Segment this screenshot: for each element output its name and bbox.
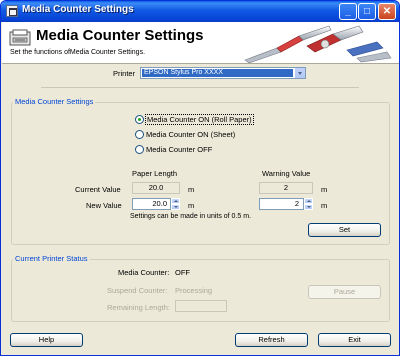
minimize-icon: _ [345,6,351,17]
suspend-counter-label: Suspend Counter: [107,286,168,295]
media-counter-status-value: OFF [175,268,190,277]
maximize-icon: □ [363,6,371,17]
media-counter-settings-title: Media Counter Settings [13,97,96,106]
printer-select[interactable]: EPSON Stylus Pro XXXX [140,67,306,79]
header-divider [2,63,399,64]
row-new-value: New Value [86,201,122,210]
title-bar[interactable]: Media Counter Settings _ □ ✕ [1,1,399,22]
tools-illustration [244,25,392,64]
printer-selected-value: EPSON Stylus Pro XXXX [142,69,293,77]
current-paper-length: 20.0 [132,182,180,194]
dropdown-arrow-icon[interactable] [294,68,305,78]
radio-roll-paper-label[interactable]: Media Counter ON (Roll Paper) [145,114,254,125]
unit-label: m [188,185,195,194]
remaining-length-field [175,300,227,312]
col-warning-value: Warning Value [262,169,311,178]
paper-length-stepper[interactable] [171,198,180,210]
radio-sheet[interactable] [135,130,144,139]
printer-label: Printer [113,69,136,78]
minimize-button[interactable]: _ [339,3,357,20]
printer-status-title: Current Printer Status [13,254,90,263]
radio-sheet-label[interactable]: Media Counter ON (Sheet) [146,130,235,139]
unit-label: m [321,185,328,194]
media-counter-window: Media Counter Settings _ □ ✕ Media Count… [0,0,400,356]
col-paper-length: Paper Length [132,169,178,178]
media-counter-status-label: Media Counter: [118,268,170,277]
set-button[interactable]: Set [308,223,381,237]
remaining-length-label: Remaining Length: [107,303,170,312]
unit-label: m [188,201,195,210]
exit-button[interactable]: Exit [318,333,391,347]
row-current-value: Current Value [75,185,121,194]
header-banner: Media Counter Settings Set the functions… [2,22,399,64]
window-title: Media Counter Settings [22,4,134,15]
radio-off[interactable] [135,145,144,154]
spin-down-icon[interactable] [304,204,313,210]
warning-value-stepper[interactable] [304,198,313,210]
radio-roll-paper[interactable] [135,115,144,124]
suspend-counter-value: Processing [175,286,213,295]
media-counter-icon [9,29,31,46]
current-warning-value: 2 [259,182,313,194]
separator [41,87,359,88]
settings-note: Settings can be made in units of 0.5 m. [130,213,252,220]
refresh-button[interactable]: Refresh [235,333,308,347]
close-icon: ✕ [382,6,392,17]
pause-button[interactable]: Pause [308,285,381,299]
close-button[interactable]: ✕ [378,3,396,20]
new-warning-value-input[interactable]: 2 [259,198,304,210]
radio-off-label[interactable]: Media Counter OFF [146,145,212,154]
new-paper-length-input[interactable]: 20.0 [132,198,171,210]
header-title: Media Counter Settings [36,27,204,44]
unit-label: m [321,201,328,210]
header-subtitle: Set the functions ofMedia Counter Settin… [10,49,146,56]
maximize-button[interactable]: □ [358,3,376,20]
help-button[interactable]: Help [10,333,83,347]
app-icon [6,5,18,17]
spin-down-icon[interactable] [171,204,180,210]
